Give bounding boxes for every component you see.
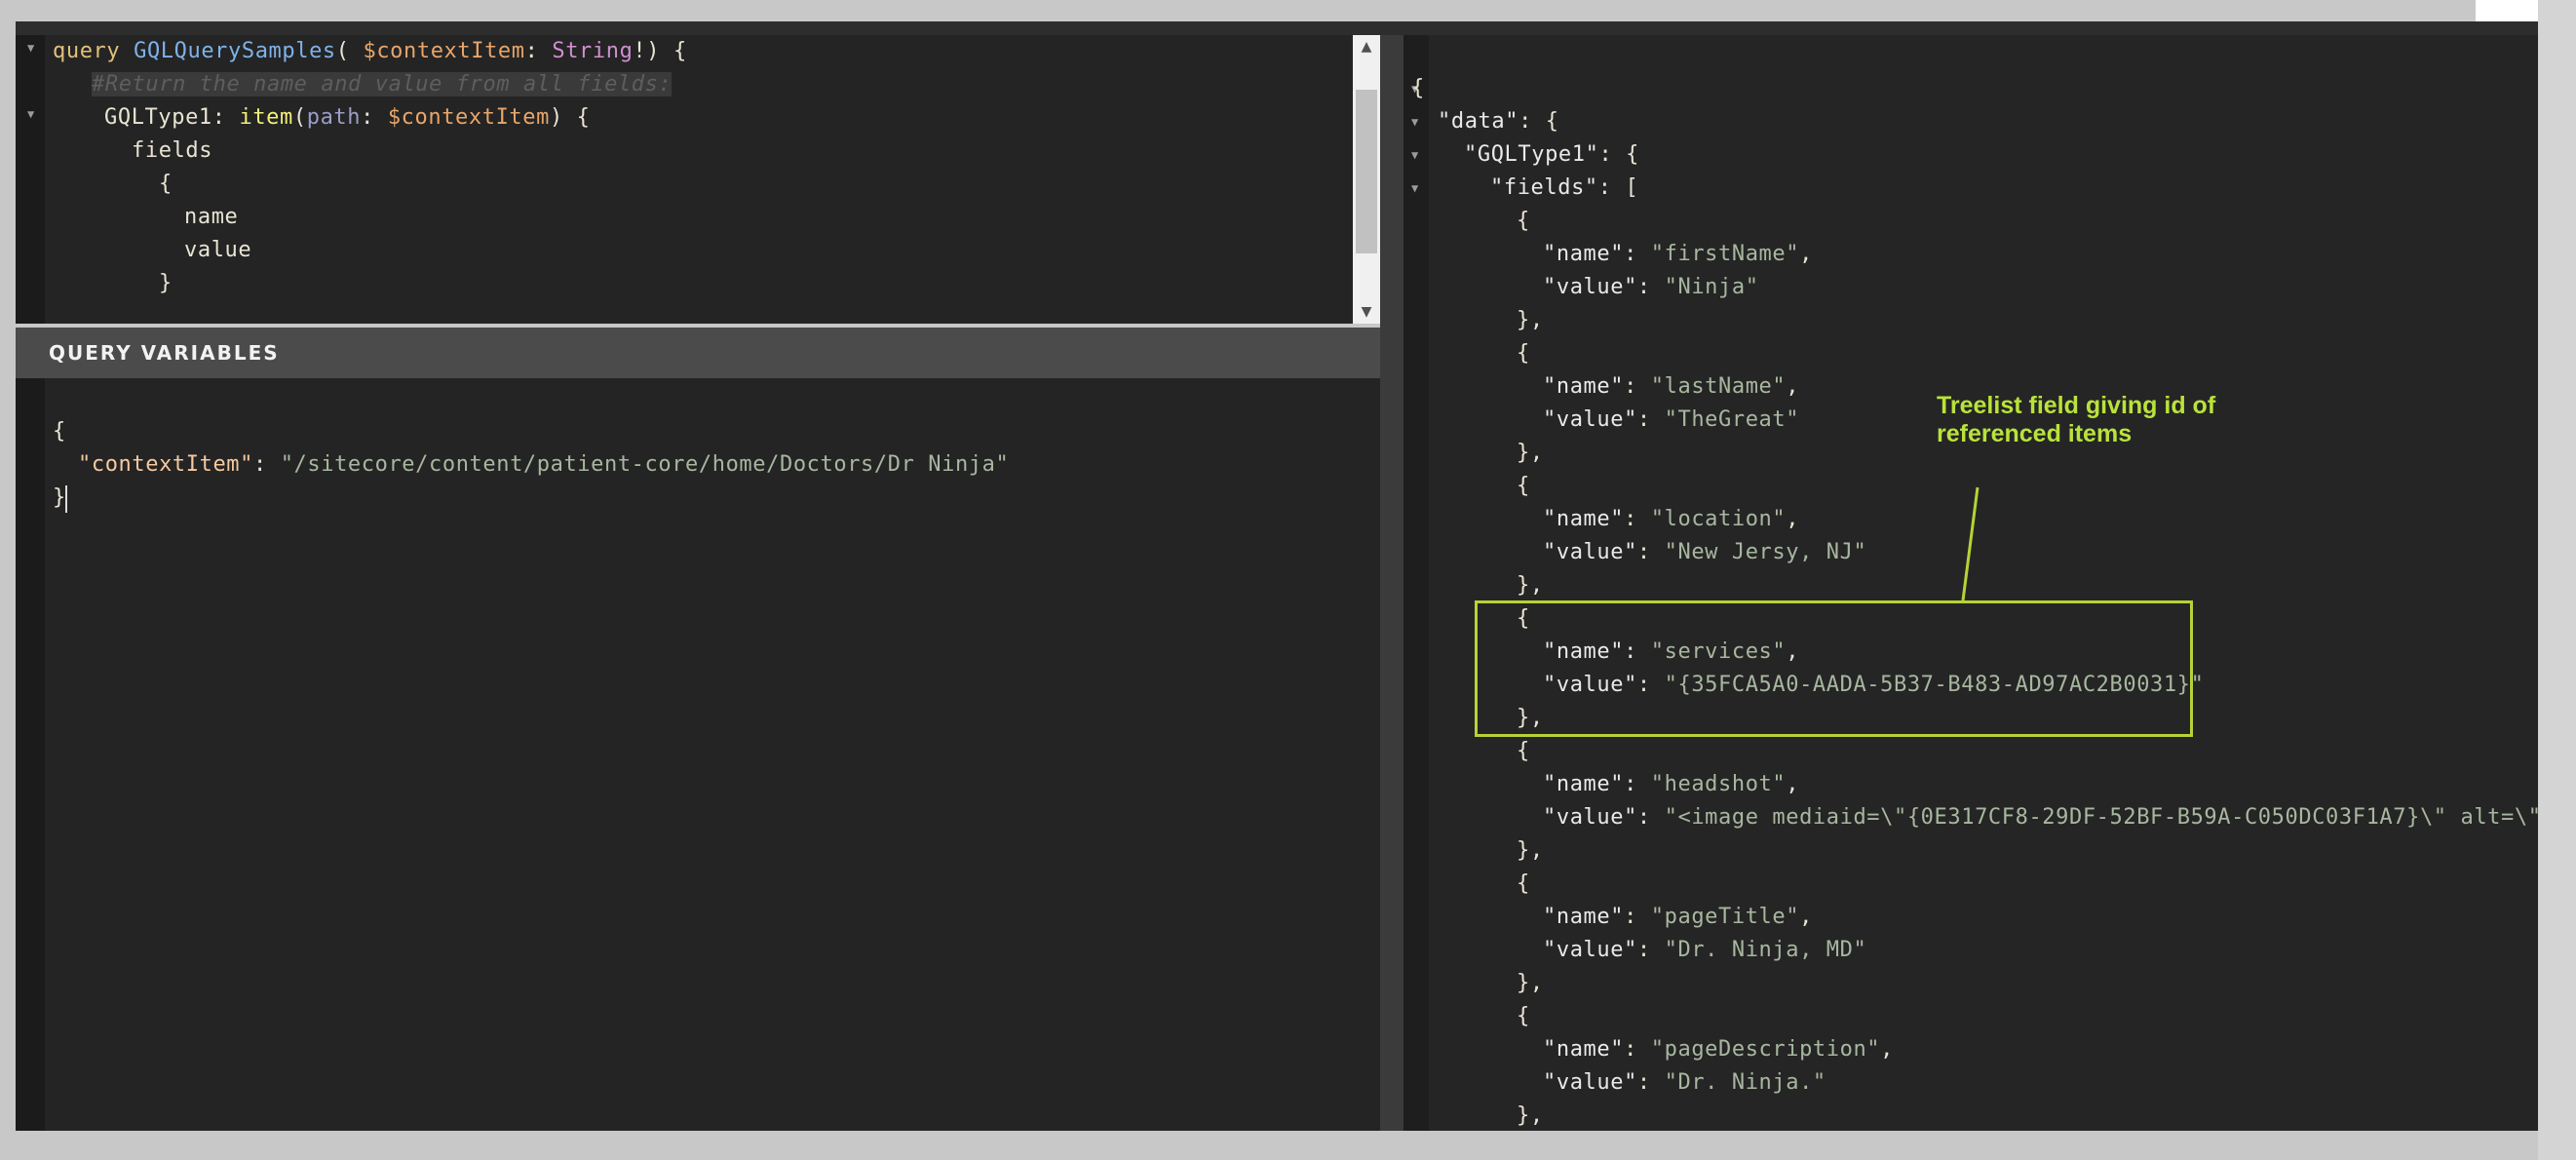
annotation-pointer-line <box>1961 486 1980 601</box>
status-strip <box>16 1131 2538 1160</box>
annotation-pointer <box>1961 486 1980 601</box>
